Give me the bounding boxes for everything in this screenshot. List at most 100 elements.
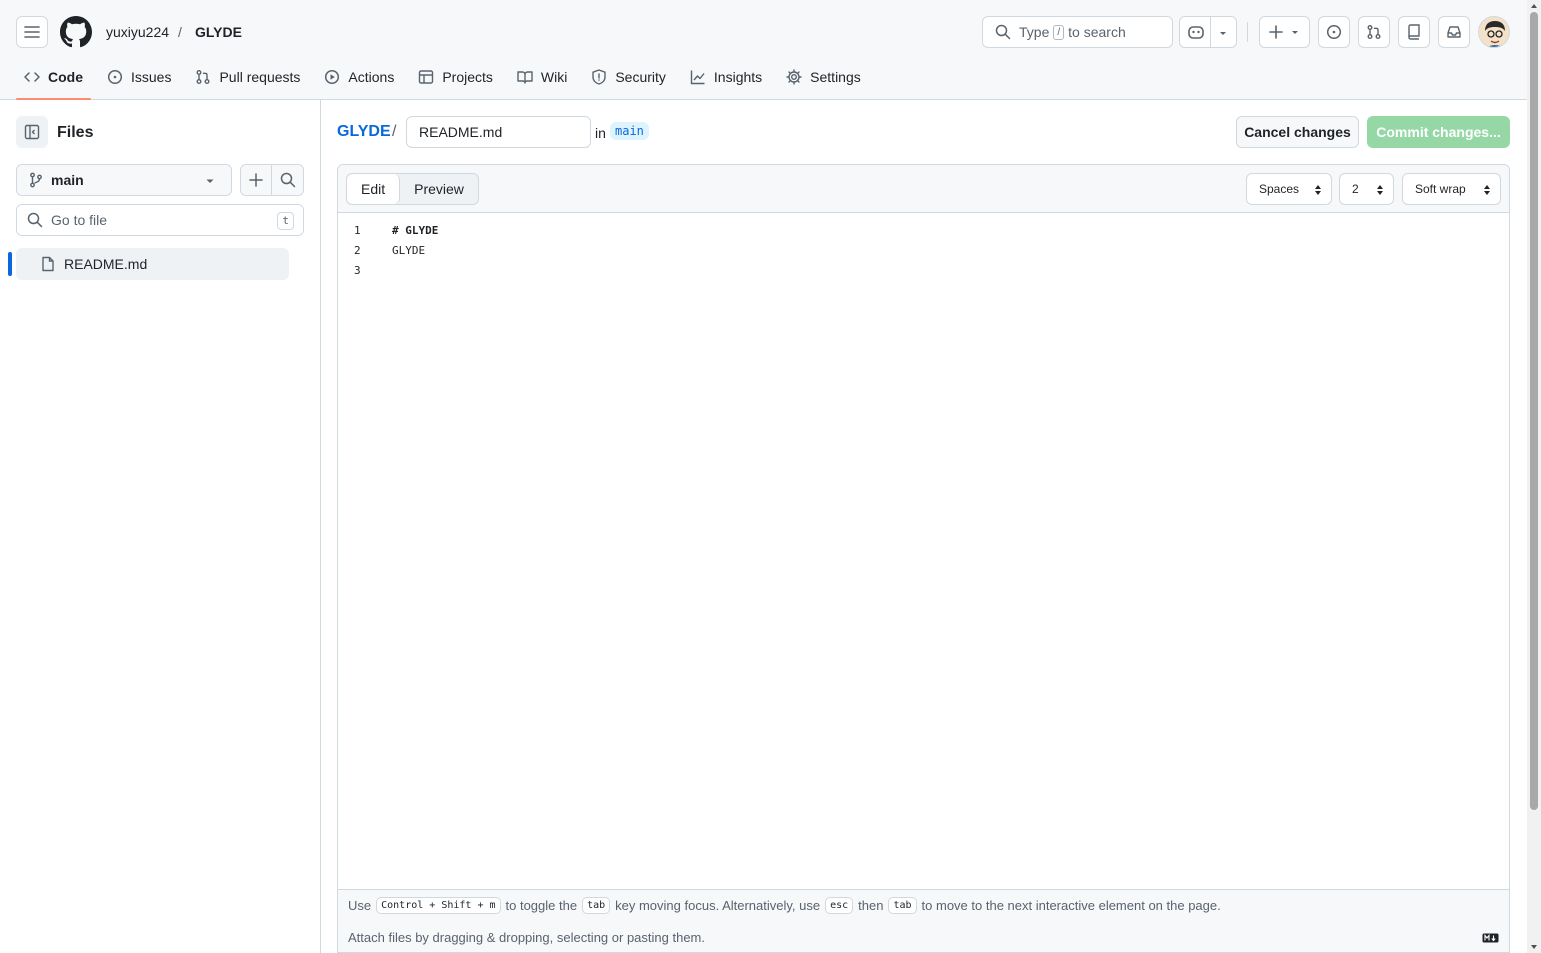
tab-wiki[interactable]: Wiki [509,60,575,94]
indent-size-select[interactable]: 2 [1339,173,1394,205]
inbox-icon [1447,26,1461,38]
search-files-button[interactable] [272,164,304,196]
page-scrollbar[interactable] [1527,0,1541,953]
tab-security[interactable]: Security [583,60,674,94]
hint-key: tab [582,897,611,914]
target-branch-badge: main [610,122,649,140]
select-arrows-icon [1484,185,1490,195]
file-tree-sidebar: Files main Go to file t README.md [0,100,321,953]
attach-files-text: Attach files by dragging & dropping, sel… [348,930,705,945]
selected-file-indicator [8,252,12,276]
branch-selector[interactable]: main [16,164,232,196]
shield-icon [592,69,607,85]
collapse-sidebar-button[interactable] [16,116,48,148]
tab-code-label: Code [48,69,83,85]
file-tree-item[interactable]: README.md [16,248,289,280]
three-bars-icon [24,26,40,38]
scroll-down-arrow-icon[interactable] [1527,942,1541,952]
plus-icon [249,173,263,187]
triangle-down-icon [206,179,214,183]
repo-root-link[interactable]: GLYDE [337,123,391,141]
wrap-mode-select[interactable]: Soft wrap [1402,173,1501,205]
plus-icon [1269,25,1283,39]
file-icon [42,256,54,272]
select-arrows-icon [1315,185,1321,195]
tab-edit[interactable]: Edit [347,174,401,204]
edit-preview-toggle: Edit Preview [346,173,479,205]
tab-pull-requests-label: Pull requests [219,69,301,85]
sidebar-collapse-icon [24,124,40,140]
git-pull-request-icon [1367,25,1381,39]
git-branch-icon [30,172,42,188]
tab-projects-label: Projects [442,69,493,85]
hamburger-menu-button[interactable] [16,16,48,48]
tab-issues-label: Issues [131,69,172,85]
tab-pull-requests[interactable]: Pull requests [187,60,308,94]
scroll-up-arrow-icon[interactable] [1527,1,1541,11]
hint-text: to move to the next interactive element … [921,898,1221,913]
chevron-down-icon[interactable] [1218,28,1228,38]
code-icon [24,72,40,82]
issues-button[interactable] [1318,16,1350,48]
select-arrows-icon [1377,185,1383,195]
global-search-input[interactable]: Type / to search [982,16,1173,48]
github-logo-icon[interactable] [60,16,92,48]
search-shortcut-key: / [1053,24,1065,40]
book-icon [517,71,533,84]
user-avatar-icon [1485,21,1505,47]
line-number: 2 [354,244,361,257]
copilot-icon [1188,26,1204,39]
search-icon [280,172,295,188]
indent-mode-select[interactable]: Spaces [1246,173,1332,205]
editor-toolbar: Edit Preview Spaces 2 Soft wrap [338,165,1509,213]
tab-actions-label: Actions [348,69,395,85]
tab-security-label: Security [615,69,666,85]
tab-projects[interactable]: Projects [410,60,501,94]
tab-issues[interactable]: Issues [99,60,179,94]
inbox-button[interactable] [1438,16,1470,48]
copilot-button[interactable] [1179,16,1237,48]
hint-key: Control + Shift + m [376,897,501,914]
cancel-changes-button[interactable]: Cancel changes [1236,116,1359,148]
tab-preview[interactable]: Preview [400,174,478,204]
tab-code[interactable]: Code [16,60,91,100]
code-line: GLYDE [392,244,426,257]
go-to-file-input[interactable]: Go to file t [16,204,304,236]
gear-icon [786,69,802,85]
search-icon [27,212,43,228]
tab-actions[interactable]: Actions [316,60,402,94]
attach-files-bar[interactable]: Attach files by dragging & dropping, sel… [338,921,1509,952]
avatar[interactable] [1478,16,1510,48]
tab-settings-label: Settings [810,69,861,85]
table-icon [419,70,434,84]
search-prefix: Type [1019,24,1050,40]
repo-nav-tabs: Code Issues Pull requests Actions Projec… [16,60,877,100]
create-new-button[interactable] [1259,16,1310,48]
code-textarea[interactable]: 1 # GLYDE 2 GLYDE 3 [338,213,1509,889]
graph-icon [690,70,705,85]
file-tree-item-label: README.md [64,256,148,272]
editor-header: GLYDE / README.md in main Cancel changes… [337,116,1510,148]
scrollbar-thumb[interactable] [1530,12,1538,810]
wrap-mode-value: Soft wrap [1415,182,1466,196]
repositories-button[interactable] [1398,16,1430,48]
breadcrumb-owner[interactable]: yuxiyu224 [106,24,169,40]
filename-input-value: README.md [419,124,503,140]
hint-key: esc [825,897,854,914]
tab-insights[interactable]: Insights [682,60,770,94]
keyboard-hint: Use Control + Shift + m to toggle the ta… [338,889,1509,921]
tab-insights-label: Insights [713,69,763,85]
filename-input[interactable]: README.md [406,116,591,148]
hint-key: tab [888,897,917,914]
breadcrumb-repo[interactable]: GLYDE [195,24,242,40]
play-icon [325,69,340,85]
hint-text: then [858,898,884,913]
repo-icon [1408,24,1420,40]
add-file-button[interactable] [240,164,272,196]
go-to-file-shortcut: t [277,212,294,230]
commit-changes-button[interactable]: Commit changes... [1367,116,1510,148]
sidebar-title: Files [57,124,94,141]
markdown-icon [1482,933,1499,943]
pull-requests-button[interactable] [1358,16,1390,48]
tab-settings[interactable]: Settings [778,60,869,94]
